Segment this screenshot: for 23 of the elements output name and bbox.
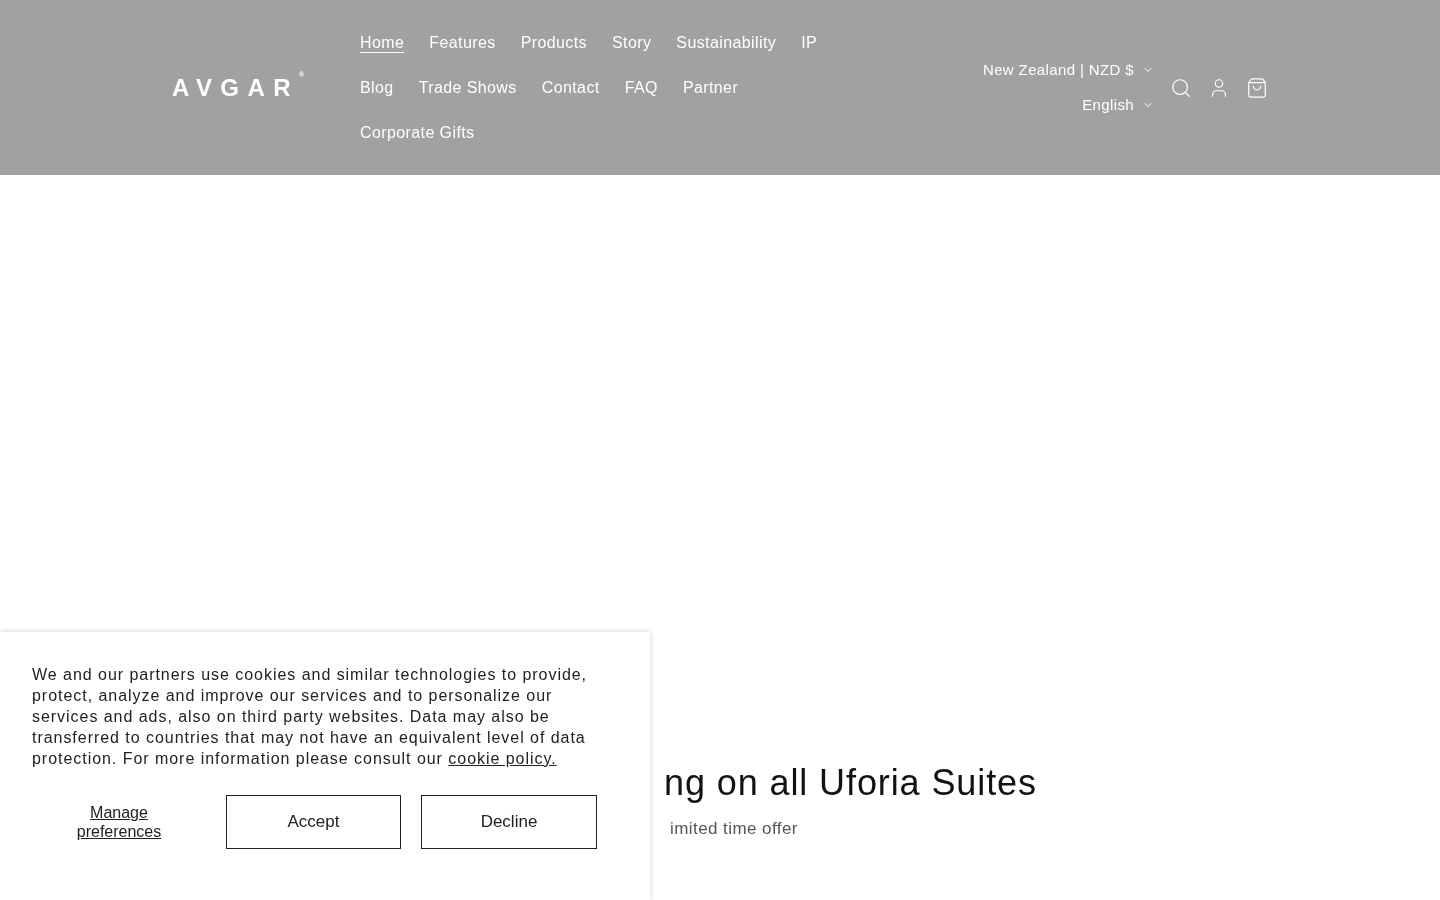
nav-link[interactable]: IP (801, 30, 818, 55)
nav-link[interactable]: Corporate Gifts (360, 120, 475, 145)
nav-link[interactable]: Partner (682, 75, 739, 100)
nav-link[interactable]: Sustainability (676, 30, 777, 55)
nav-link[interactable]: Trade Shows (418, 75, 517, 100)
nav-link[interactable]: Story (611, 30, 652, 55)
hero-subheading: imited time offer (669, 818, 799, 840)
decline-button[interactable]: Decline (421, 795, 597, 849)
cart-icon[interactable] (1246, 76, 1268, 99)
nav-link[interactable]: Contact (541, 75, 600, 100)
nav-link[interactable]: Features (429, 30, 496, 55)
nav-link[interactable]: Blog (360, 75, 394, 100)
country-selector[interactable]: New Zealand | NZD $ (982, 59, 1154, 82)
hero-heading: ng on all Uforia Suites (664, 761, 1038, 805)
search-icon[interactable] (1170, 76, 1192, 99)
nav-link[interactable]: Home (360, 30, 405, 55)
language-selector[interactable]: English (1082, 93, 1154, 116)
nav-link[interactable]: Products (520, 30, 587, 55)
cookie-policy-link[interactable]: cookie policy. (448, 750, 557, 767)
cookie-text: We and our partners use cookies and similar technologies to provide, protect, analyze and improve our services and to personalize our services and ads, also on third party websites. Data may also be transferred to countries that may not have an equivalent level of data protection. For more information please consult our cookie policy. (32, 665, 589, 769)
manage-preferences-link[interactable]: Manage preferences (59, 803, 179, 841)
nav-link[interactable]: FAQ (624, 75, 658, 100)
accept-button[interactable]: Accept (226, 795, 401, 849)
